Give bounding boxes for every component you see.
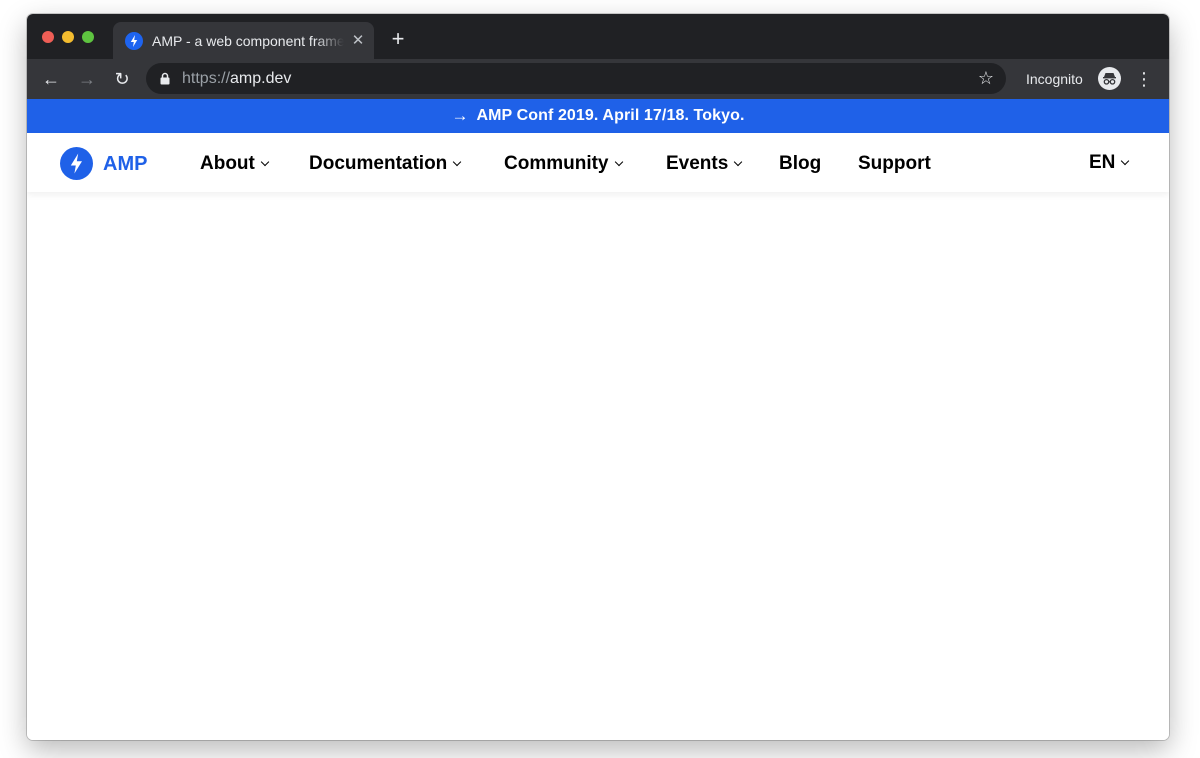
nav-item-label: Documentation bbox=[309, 153, 448, 174]
site-header: AMP About Documentation Community Events… bbox=[27, 133, 1169, 192]
nav-item-community[interactable]: Community bbox=[504, 153, 623, 175]
incognito-label: Incognito bbox=[1026, 71, 1083, 87]
tab-title: AMP - a web component framework bbox=[152, 33, 344, 49]
kebab-menu-icon[interactable]: ⋮ bbox=[1135, 68, 1153, 90]
chevron-down-icon bbox=[614, 157, 623, 167]
reload-icon[interactable]: ↻ bbox=[111, 68, 133, 90]
browser-toolbar: ← → ↻ https://amp.dev ☆ Incognito ⋮ bbox=[27, 59, 1169, 99]
nav-item-label: Support bbox=[858, 153, 931, 174]
plus-icon[interactable]: + bbox=[387, 28, 409, 50]
arrow-left-icon[interactable]: ← bbox=[40, 68, 62, 90]
nav-item-label: Events bbox=[666, 153, 729, 174]
chevron-down-icon bbox=[453, 157, 462, 167]
logo-text[interactable]: AMP bbox=[103, 153, 147, 175]
arrow-right-icon[interactable]: → bbox=[76, 68, 98, 90]
nav-item-label: Community bbox=[504, 153, 609, 174]
nav-item-label: About bbox=[200, 153, 255, 174]
page-content: → AMP Conf 2019. April 17/18. Tokyo. AMP… bbox=[27, 99, 1169, 740]
close-window-button[interactable] bbox=[42, 31, 54, 43]
zoom-window-button[interactable] bbox=[82, 31, 94, 43]
browser-tab-active[interactable]: AMP - a web component framework ✕ bbox=[113, 22, 374, 59]
chevron-down-icon bbox=[260, 157, 270, 167]
star-icon[interactable]: ☆ bbox=[976, 68, 996, 88]
arrow-right-icon: → bbox=[451, 106, 469, 125]
close-icon[interactable]: ✕ bbox=[349, 32, 367, 50]
minimize-window-button[interactable] bbox=[62, 31, 74, 43]
nav-item-about[interactable]: About bbox=[200, 153, 270, 175]
language-selector[interactable]: EN bbox=[1089, 152, 1130, 174]
amp-bolt-icon bbox=[125, 32, 143, 50]
address-bar[interactable]: https://amp.dev ☆ bbox=[146, 63, 1006, 94]
chevron-down-icon bbox=[1121, 156, 1130, 166]
amp-bolt-icon[interactable] bbox=[60, 147, 93, 180]
nav-item-blog[interactable]: Blog bbox=[779, 153, 821, 175]
language-label: EN bbox=[1089, 152, 1116, 173]
tab-strip: AMP - a web component framework ✕ + bbox=[27, 14, 1169, 59]
url-host: amp.dev bbox=[230, 70, 292, 87]
chevron-down-icon bbox=[734, 157, 743, 167]
nav-item-documentation[interactable]: Documentation bbox=[309, 153, 462, 175]
nav-item-events[interactable]: Events bbox=[666, 153, 743, 175]
incognito-icon[interactable] bbox=[1098, 67, 1121, 90]
lock-icon bbox=[160, 72, 170, 85]
banner-text[interactable]: AMP Conf 2019. April 17/18. Tokyo. bbox=[476, 107, 744, 125]
browser-window: AMP - a web component framework ✕ + ← → … bbox=[27, 14, 1169, 740]
announcement-banner[interactable]: → AMP Conf 2019. April 17/18. Tokyo. bbox=[27, 99, 1169, 133]
url-scheme: https:// bbox=[182, 70, 231, 87]
nav-item-label: Blog bbox=[779, 153, 822, 174]
url-text[interactable]: https://amp.dev bbox=[182, 69, 291, 89]
nav-item-support[interactable]: Support bbox=[858, 153, 931, 175]
